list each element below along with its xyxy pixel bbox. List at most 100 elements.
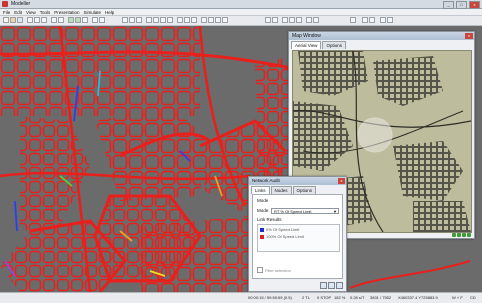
menu-edit[interactable]: Edit [14, 9, 22, 15]
status-stop: 0 STOP [317, 295, 332, 300]
map-window-close-button[interactable]: x [465, 33, 473, 39]
signal-tool-icon[interactable] [146, 17, 152, 23]
main-toolbar [0, 16, 482, 35]
zoom-out-icon[interactable] [75, 17, 81, 23]
map-settings-icon[interactable] [467, 233, 471, 237]
menu-presentation[interactable]: Presentation [54, 9, 79, 15]
zoom-in-icon[interactable] [68, 17, 74, 23]
measure-tool-icon[interactable] [201, 17, 207, 23]
play-icon[interactable] [282, 17, 288, 23]
fast-forward-icon[interactable] [313, 17, 319, 23]
mode-label: Mode: [257, 208, 270, 213]
map-window-tabs: Aerial View Options [289, 40, 474, 49]
zone-tool-icon[interactable] [136, 17, 142, 23]
network-audit-title-bar[interactable]: Network Audit x [249, 177, 346, 185]
save-icon[interactable] [17, 17, 23, 23]
mode-select-value: RT % Of Speed Limit [274, 209, 312, 214]
text-tool-icon[interactable] [191, 17, 197, 23]
camera-icon[interactable] [362, 17, 368, 23]
view-3d-icon[interactable] [350, 17, 356, 23]
tab-links[interactable]: Links [251, 186, 270, 194]
filter-selection-label: Filter selection [265, 267, 291, 273]
legend-label: 0% Of Speed Limit [266, 227, 300, 232]
copy-icon[interactable] [34, 17, 40, 23]
save-icon[interactable] [320, 282, 327, 289]
statistics-icon[interactable] [265, 17, 271, 23]
pause-icon[interactable] [289, 17, 295, 23]
tab-options[interactable]: Options [322, 41, 346, 49]
filter-selection-checkbox[interactable]: Filter selection [257, 267, 291, 273]
grid-tool-icon[interactable] [208, 17, 214, 23]
chevron-down-icon: ▼ [333, 209, 337, 214]
network-audit-title: Network Audit [252, 178, 280, 183]
filter-tool-icon[interactable] [215, 17, 221, 23]
graph-icon[interactable] [272, 17, 278, 23]
map-zoom-in-icon[interactable] [457, 233, 461, 237]
open-folder-icon[interactable] [10, 17, 16, 23]
link-tool-icon[interactable] [129, 17, 135, 23]
menu-file[interactable]: File [3, 9, 10, 15]
copy-icon[interactable] [328, 282, 335, 289]
menu-help[interactable]: Help [105, 9, 114, 15]
map-window-footer [452, 233, 471, 237]
status-time: 00:00:15 / 59:59:59 (0.5) [248, 295, 292, 300]
record-icon[interactable] [369, 17, 375, 23]
window-controls: _ □ x [443, 1, 480, 9]
status-cd: CD [470, 295, 476, 300]
network-audit-close-button[interactable]: x [338, 178, 345, 184]
maximize-button[interactable]: □ [456, 1, 467, 9]
menu-view[interactable]: View [26, 9, 36, 15]
redo-icon[interactable] [58, 17, 64, 23]
new-file-icon[interactable] [3, 17, 9, 23]
network-audit-window[interactable]: Network Audit x Links Nodes Options Mode… [248, 176, 347, 292]
mode-select[interactable]: RT % Of Speed Limit ▼ [271, 208, 339, 214]
links-panel: Mode Mode: RT % Of Speed Limit ▼ Link Re… [252, 194, 343, 279]
node-tool-icon[interactable] [122, 17, 128, 23]
pointer-icon[interactable] [99, 17, 105, 23]
route-tool-icon[interactable] [160, 17, 166, 23]
mode-section-label: Mode [257, 198, 269, 203]
minimize-button[interactable]: _ [443, 1, 454, 9]
print-icon[interactable] [380, 17, 386, 23]
status-wf: W + F [452, 295, 463, 300]
undo-icon[interactable] [51, 17, 57, 23]
help-icon[interactable] [336, 282, 343, 289]
bus-tool-icon[interactable] [167, 17, 173, 23]
status-count: 3831 / 7552 [370, 295, 392, 300]
legend-swatch-blue [260, 228, 264, 232]
layer-tool-icon[interactable] [184, 17, 190, 23]
tab-audit-options[interactable]: Options [292, 186, 317, 194]
help-icon[interactable] [387, 17, 393, 23]
link-results-legend: 0% Of Speed Limit 100% Of Speed Limit [257, 224, 340, 252]
paste-icon[interactable] [41, 17, 47, 23]
map-window-title-bar[interactable]: Map Window x [289, 32, 474, 40]
status-bar: 00:00:15 / 59:59:59 (0.5) 2 TL 0 STOP 18… [0, 292, 482, 303]
junction-tool-icon[interactable] [153, 17, 159, 23]
map-zoom-out-icon[interactable] [452, 233, 456, 237]
menu-tools[interactable]: Tools [40, 9, 51, 15]
close-button[interactable]: x [469, 1, 480, 9]
colour-tool-icon[interactable] [222, 17, 228, 23]
map-refresh-icon[interactable] [462, 233, 466, 237]
checkbox-box[interactable] [257, 267, 263, 273]
map-window-title: Map Window [292, 33, 321, 39]
cut-icon[interactable] [27, 17, 33, 23]
network-audit-tabs: Links Nodes Options [249, 185, 346, 194]
link-results-label: Link Results [257, 217, 282, 222]
viewport-indicator[interactable] [357, 117, 393, 153]
menu-simulate[interactable]: Simulate [84, 9, 102, 15]
legend-item: 0% Of Speed Limit [260, 227, 299, 233]
select-icon[interactable] [92, 17, 98, 23]
pan-icon[interactable] [82, 17, 88, 23]
tab-aerial-view[interactable]: Aerial View [291, 41, 322, 49]
detector-tool-icon[interactable] [177, 17, 183, 23]
step-icon[interactable] [306, 17, 312, 23]
app-icon [2, 1, 8, 7]
tab-nodes[interactable]: Nodes [270, 186, 292, 194]
status-tl: 2 TL [302, 295, 310, 300]
app-title: Modeller [11, 1, 31, 7]
legend-item: 100% Of Speed Limit [260, 234, 304, 240]
network-audit-footer [320, 282, 343, 289]
stop-icon[interactable] [296, 17, 302, 23]
status-rate: 0.28 s/T [350, 295, 365, 300]
